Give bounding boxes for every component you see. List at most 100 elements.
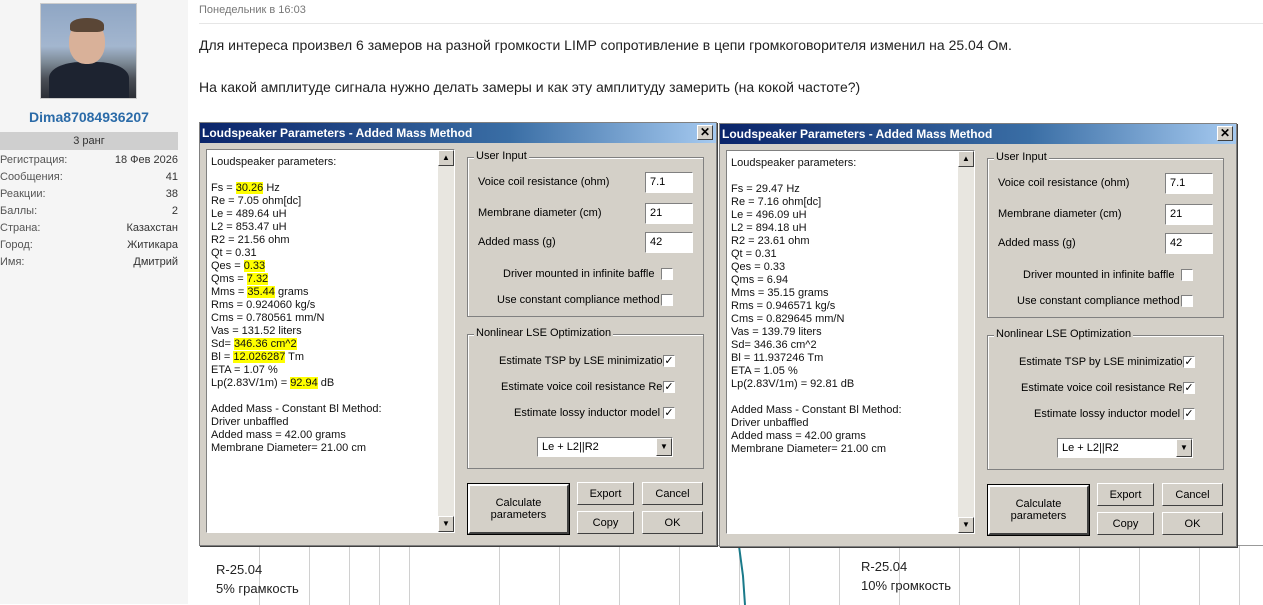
voice-coil-input[interactable]: 7.1 [1165, 173, 1213, 194]
added-mass-input[interactable]: 42 [1165, 233, 1213, 254]
close-icon[interactable]: ✕ [1217, 126, 1233, 141]
memo-line: Re = 7.16 ohm[dc] [731, 196, 902, 209]
voice-coil-re-checkbox[interactable]: ✓ [663, 381, 675, 393]
membrane-input[interactable]: 21 [645, 203, 693, 224]
scrollbar[interactable]: ▲ ▼ [438, 150, 454, 532]
scroll-down-icon[interactable]: ▼ [958, 517, 974, 533]
stat-name: Имя: Дмитрий [0, 256, 178, 273]
copy-button[interactable]: Copy [577, 511, 634, 534]
membrane-input[interactable]: 21 [1165, 204, 1213, 225]
param-highlight: 12.026287 [233, 351, 286, 363]
chevron-down-icon[interactable]: ▼ [656, 438, 672, 456]
memo-lines: Loudspeaker parameters: Fs = 29.47 Hz Re =… [731, 157, 902, 456]
param-text: Vas = 139.79 liters [731, 326, 822, 338]
memo-line: Membrane Diameter= 21.00 cm [731, 443, 886, 455]
memo-line: Cms = 0.829645 mm/N [731, 313, 902, 326]
infinite-baffle-label: Driver mounted in infinite baffle [503, 268, 655, 280]
stat-label: Реакции: [0, 188, 46, 200]
user-profile-sidebar: Dima87084936207 3 ранг Регистрация: 18 Фе… [0, 0, 188, 604]
memo-line: L2 = 853.47 uH [211, 221, 382, 234]
memo-line: Added mass = 42.00 grams [731, 430, 866, 442]
memo-line: Loudspeaker parameters: [211, 156, 337, 168]
added-mass-label: Added mass (g) [998, 237, 1076, 249]
parameters-memo[interactable]: Loudspeaker parameters: Fs = 29.47 Hz Re =… [726, 150, 975, 534]
memo-line: Cms = 0.780561 mm/N [211, 312, 382, 325]
stat-value: Житикара [127, 239, 178, 251]
scrollbar[interactable]: ▲ ▼ [958, 151, 974, 533]
scroll-up-icon[interactable]: ▲ [438, 150, 454, 166]
calculate-button[interactable]: Calculate parameters [987, 484, 1090, 536]
param-text: Fs = [211, 182, 236, 194]
scroll-down-icon[interactable]: ▼ [438, 516, 454, 532]
membrane-label: Membrane diameter (cm) [478, 207, 602, 219]
cancel-button[interactable]: Cancel [1162, 483, 1223, 506]
param-unit: Tm [285, 351, 305, 363]
voice-coil-input[interactable]: 7.1 [645, 172, 693, 193]
copy-button[interactable]: Copy [1097, 512, 1154, 535]
memo-line: Le = 496.09 uH [731, 209, 902, 222]
constant-compliance-label: Use constant compliance method [497, 294, 660, 306]
memo-line: Sd= 346.36 cm^2 [211, 338, 382, 351]
cancel-button[interactable]: Cancel [642, 482, 703, 505]
param-highlight: 35.44 [247, 286, 275, 298]
voice-coil-re-checkbox[interactable]: ✓ [1183, 382, 1195, 394]
ok-button[interactable]: OK [642, 511, 703, 534]
param-text: Qt = 0.31 [731, 248, 777, 260]
param-text: Lp(2.83V/1m) = 92.81 dB [731, 378, 855, 390]
param-highlight: 7.32 [246, 273, 269, 285]
constant-compliance-checkbox[interactable] [1181, 295, 1193, 307]
stat-label: Имя: [0, 256, 25, 268]
export-button[interactable]: Export [1097, 483, 1154, 506]
parameters-memo[interactable]: Loudspeaker parameters: Fs = 30.26 Hz Re =… [206, 149, 455, 533]
lossy-inductor-checkbox[interactable]: ✓ [1183, 408, 1195, 420]
memo-lines: Loudspeaker parameters: Fs = 30.26 Hz Re =… [211, 156, 382, 455]
memo-line: Rms = 0.946571 kg/s [731, 300, 902, 313]
ok-button[interactable]: OK [1162, 512, 1223, 535]
lossy-inductor-label: Estimate lossy inductor model [1034, 408, 1181, 420]
param-unit: dB [317, 377, 335, 389]
memo-line: R2 = 21.56 ohm [211, 234, 382, 247]
export-button[interactable]: Export [577, 482, 634, 505]
calculate-button[interactable]: Calculate parameters [467, 483, 570, 535]
model-select[interactable]: Le + L2||R2 ▼ [537, 437, 673, 457]
scroll-up-icon[interactable]: ▲ [958, 151, 974, 167]
stat-value: Казахстан [126, 222, 178, 234]
param-text: Fs = 29.47 Hz [731, 183, 800, 195]
param-text: Rms = 0.946571 kg/s [731, 300, 836, 312]
graph-label: 5% грамкость [216, 581, 299, 596]
param-text: Sd= 346.36 cm^2 [731, 339, 817, 351]
param-highlight: 92.94 [290, 377, 318, 389]
param-text: Vas = 131.52 liters [211, 325, 302, 337]
added-mass-label: Added mass (g) [478, 236, 556, 248]
param-text: Bl = 11.937246 Tm [731, 352, 824, 364]
added-mass-input[interactable]: 42 [645, 232, 693, 253]
stat-city: Город: Житикара [0, 239, 178, 256]
graph-label: 10% громкость [861, 578, 952, 593]
lse-optimization-group: Nonlinear LSE Optimization Estimate TSP … [987, 328, 1224, 470]
group-title: User Input [994, 151, 1049, 163]
constant-compliance-checkbox[interactable] [661, 294, 673, 306]
memo-line: ETA = 1.05 % [731, 365, 902, 378]
avatar[interactable] [40, 3, 137, 99]
memo-line: Re = 7.05 ohm[dc] [211, 195, 382, 208]
model-select[interactable]: Le + L2||R2 ▼ [1057, 438, 1193, 458]
close-icon[interactable]: ✕ [697, 125, 713, 140]
stat-value: 2 [171, 205, 178, 217]
param-text: ETA = 1.05 % [731, 365, 798, 377]
param-unit: Hz [263, 182, 280, 194]
memo-line: Qt = 0.31 [211, 247, 382, 260]
memo-line: Driver unbaffled [731, 417, 809, 429]
infinite-baffle-checkbox[interactable] [1181, 269, 1193, 281]
tsp-checkbox[interactable]: ✓ [663, 355, 675, 367]
memo-line: Added Mass - Constant Bl Method: [731, 404, 902, 416]
stat-reactions: Реакции: 38 [0, 188, 178, 205]
infinite-baffle-checkbox[interactable] [661, 268, 673, 280]
graph-image [199, 545, 1263, 605]
lossy-inductor-checkbox[interactable]: ✓ [663, 407, 675, 419]
post-timestamp[interactable]: Понедельник в 16:03 [199, 4, 306, 16]
memo-line: Fs = 29.47 Hz [731, 183, 902, 196]
chevron-down-icon[interactable]: ▼ [1176, 439, 1192, 457]
username-link[interactable]: Dima87084936207 [0, 109, 178, 125]
rank-badge: 3 ранг [0, 132, 178, 150]
tsp-checkbox[interactable]: ✓ [1183, 356, 1195, 368]
